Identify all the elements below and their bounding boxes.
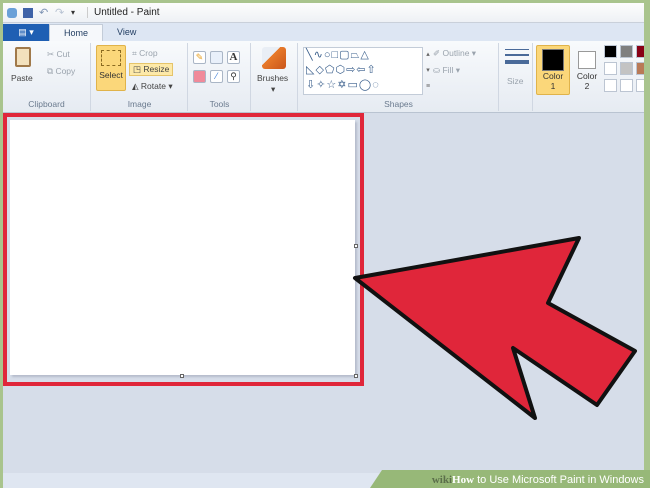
red-arrow-annotation xyxy=(353,236,637,420)
color2-button[interactable]: Color 2 xyxy=(572,45,602,95)
palette-swatch[interactable] xyxy=(636,79,644,92)
palette-swatch[interactable] xyxy=(604,62,617,75)
paint-window: ↶ ↷ ▾ Untitled - Paint ▤ ▾ Home View Pas… xyxy=(3,3,644,488)
palette-swatch[interactable] xyxy=(604,45,617,58)
text-icon[interactable]: A xyxy=(227,51,240,64)
palette-swatch[interactable] xyxy=(620,79,633,92)
clipboard-group-label: Clipboard xyxy=(28,99,65,109)
ribbon: Paste ✂ Cut ⧉ Copy Clipboard Select ⌗ Cr… xyxy=(3,41,644,113)
palette-swatch[interactable] xyxy=(604,79,617,92)
redo-icon[interactable]: ↷ xyxy=(55,7,65,18)
select-icon xyxy=(101,50,121,66)
image-group-label: Image xyxy=(127,99,152,109)
wikihow-footer: wikiHow to Use Microsoft Paint in Window… xyxy=(0,470,650,488)
clipboard-icon xyxy=(15,47,31,67)
palette-swatch[interactable] xyxy=(636,45,644,58)
magnifier-icon[interactable]: ⚲ xyxy=(227,70,240,83)
tools-group: ✎ A ⁄ ⚲ Tools xyxy=(189,43,251,111)
shapes-scroll[interactable]: ▴ ▾ ≡ xyxy=(424,47,432,95)
brush-icon xyxy=(262,47,286,69)
palette-swatch[interactable] xyxy=(620,62,633,75)
paint-app-icon xyxy=(7,7,17,18)
save-icon[interactable] xyxy=(23,7,33,18)
shapes-gallery[interactable]: ╲∿○□▢⏢△ ◺◇⬠⬡⇨⇦⇧ ⇩✧☆✡▭◯◌ xyxy=(303,47,423,95)
rotate-button[interactable]: ◭ Rotate ▾ xyxy=(132,81,173,92)
tab-view[interactable]: View xyxy=(103,24,150,41)
file-menu-button[interactable]: ▤ ▾ xyxy=(3,24,49,41)
line-size-icon xyxy=(505,49,529,64)
cut-button[interactable]: ✂ Cut xyxy=(47,49,70,60)
color1-swatch xyxy=(542,49,564,71)
undo-icon[interactable]: ↶ xyxy=(39,7,49,18)
resize-button[interactable]: ◳ Resize xyxy=(129,63,174,76)
clipboard-group: Paste ✂ Cut ⧉ Copy Clipboard xyxy=(3,43,91,111)
size-button[interactable]: Size xyxy=(500,43,533,111)
red-arrow xyxy=(353,236,637,420)
tools-group-label: Tools xyxy=(209,99,230,109)
window-title: Untitled - Paint xyxy=(87,7,160,18)
color-picker-icon[interactable]: ⁄ xyxy=(210,70,223,83)
palette-swatch[interactable] xyxy=(620,45,633,58)
canvas-area xyxy=(3,113,644,473)
ribbon-tabs: ▤ ▾ Home View xyxy=(3,23,644,41)
fill-bucket-icon[interactable] xyxy=(210,51,223,64)
palette-swatch[interactable] xyxy=(636,62,644,75)
color2-swatch xyxy=(578,51,596,69)
copy-button[interactable]: ⧉ Copy xyxy=(47,66,75,77)
paste-button[interactable]: Paste xyxy=(9,45,37,91)
shapes-group-label: Shapes xyxy=(384,99,413,109)
customize-dropdown-icon[interactable]: ▾ xyxy=(71,8,81,18)
color1-button[interactable]: Color 1 xyxy=(536,45,570,95)
crop-button[interactable]: ⌗ Crop xyxy=(132,48,158,59)
select-button[interactable]: Select xyxy=(96,45,126,91)
pencil-icon[interactable]: ✎ xyxy=(193,51,206,64)
brushes-button[interactable]: Brushes ▾ xyxy=(252,43,298,111)
outline-button[interactable]: ✐ Outline ▾ xyxy=(433,48,476,59)
title-bar: ↶ ↷ ▾ Untitled - Paint xyxy=(3,3,644,23)
shapes-group: ╲∿○□▢⏢△ ◺◇⬠⬡⇨⇦⇧ ⇩✧☆✡▭◯◌ ▴ ▾ ≡ ✐ Outline ▾ ⛀ … xyxy=(299,43,499,111)
color-palette xyxy=(604,45,644,95)
eraser-icon[interactable] xyxy=(193,70,206,83)
tab-home[interactable]: Home xyxy=(49,24,104,41)
fill-button[interactable]: ⛀ Fill ▾ xyxy=(433,65,460,76)
image-group: Select ⌗ Crop ◳ Resize ◭ Rotate ▾ Image xyxy=(92,43,188,111)
